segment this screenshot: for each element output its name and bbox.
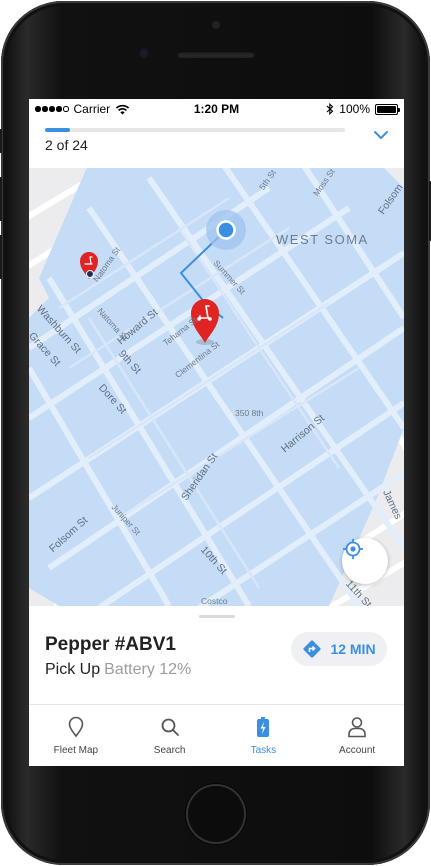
crosshair-locate-icon [343,539,363,559]
directions-turn-icon [303,640,322,658]
battery-level: Battery 12% [104,661,192,678]
step-counter: 2 of 24 [45,137,88,153]
tab-label: Fleet Map [53,745,99,756]
chevron-down-icon [374,131,388,139]
home-button[interactable] [186,784,246,844]
tab-label: Tasks [250,745,277,756]
task-type: Pick Up [45,661,101,678]
sensor-dot [212,21,220,29]
locate-me-button[interactable] [342,538,388,584]
tab-tasks[interactable]: Tasks [217,705,311,766]
task-summary: Pick Up Battery 12% [45,661,191,679]
volume-up-button [0,177,2,221]
map-pin-icon [68,716,84,738]
map-view[interactable]: 5th St Moss St Folsom WEST SOMA Natoma S… [29,168,404,606]
district-label: WEST SOMA [276,232,369,247]
volume-down-button [0,235,2,279]
directions-button[interactable]: 12 MIN [291,632,387,666]
front-camera [138,47,150,59]
battery-percent: 100% [339,102,370,116]
user-icon [348,717,366,738]
vehicle-name: Pepper #ABV1 [45,634,176,655]
earpiece-speaker [177,51,255,58]
collapse-button[interactable] [369,125,393,145]
tab-search[interactable]: Search [123,705,217,766]
task-progress-fill [45,128,70,132]
task-card[interactable]: Pepper #ABV1 Pick Up Battery 12% 12 MIN [29,606,404,704]
battery-icon [375,103,400,115]
tab-label: Search [153,745,186,756]
tab-label: Account [339,745,376,756]
tab-account[interactable]: Account [310,705,404,766]
app-screen: Carrier 1:20 PM 100% 2 of 24 5th St Moss… [29,99,404,766]
tab-fleet-map[interactable]: Fleet Map [29,705,123,766]
status-bar: Carrier 1:20 PM 100% [29,99,404,119]
search-icon [161,718,179,736]
place-label: Costco [201,596,228,606]
phone-frame: Carrier 1:20 PM 100% 2 of 24 5th St Moss… [0,1,431,865]
mute-switch [0,129,2,153]
battery-charge-icon [257,717,270,737]
address-label: 350 8th [235,408,264,418]
sheet-grab-handle[interactable] [199,615,235,618]
eta-label: 12 MIN [330,641,376,657]
task-progress-bar [45,128,345,132]
bluetooth-icon [326,103,334,115]
current-location-dot [216,220,236,240]
tab-bar: Fleet Map Search Tasks Account [29,704,404,766]
